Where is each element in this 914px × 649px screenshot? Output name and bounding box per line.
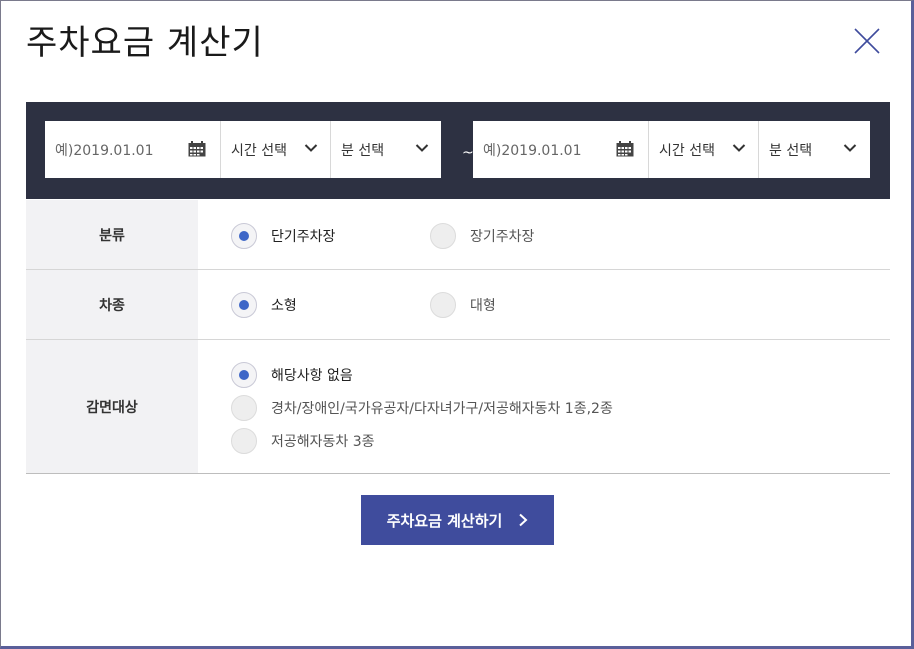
radio-label: 대형 — [470, 298, 496, 314]
start-minute-select-value: 분 선택 — [341, 142, 385, 159]
fee-options-form: 분류 단기주차장 장기주차장 차종 소형 대형 감면대상 해당사항 없음 경차/… — [26, 200, 890, 474]
discount-row: 감면대상 해당사항 없음 경차/장애인/국가유공자/다자녀가구/저공해자동차 1… — [26, 340, 890, 474]
radio-indicator-selected — [231, 292, 257, 318]
datetime-bar: 예)2019.01.01 시간 선택 분 선택 ~ 예)2019.01.01 시… — [26, 102, 890, 199]
dialog-title: 주차요금 계산기 — [26, 23, 264, 63]
chevron-right-icon — [519, 513, 528, 527]
vehicle-row: 차종 소형 대형 — [26, 270, 890, 340]
vehicle-options: 소형 대형 — [198, 270, 890, 339]
vehicle-label: 차종 — [26, 270, 198, 339]
end-hour-select-value: 시간 선택 — [659, 142, 715, 159]
radio-label: 저공해자동차 3종 — [271, 434, 375, 450]
radio-indicator — [430, 292, 456, 318]
start-minute-select[interactable]: 분 선택 — [331, 121, 441, 178]
category-options: 단기주차장 장기주차장 — [198, 200, 890, 269]
vehicle-radio-large[interactable]: 대형 — [430, 292, 496, 318]
discount-radio-type12[interactable]: 경차/장애인/국가유공자/다자녀가구/저공해자동차 1종,2종 — [231, 395, 613, 421]
category-label: 분류 — [26, 200, 198, 269]
calendar-icon[interactable] — [188, 141, 206, 157]
radio-indicator — [430, 223, 456, 249]
calculate-fee-button[interactable]: 주차요금 계산하기 — [361, 495, 554, 545]
chevron-down-icon — [415, 144, 429, 152]
start-hour-select[interactable]: 시간 선택 — [221, 121, 331, 178]
range-separator: ~ — [462, 145, 474, 161]
start-date-placeholder: 예)2019.01.01 — [55, 142, 154, 159]
calendar-icon[interactable] — [616, 141, 634, 157]
radio-label: 장기주차장 — [470, 229, 535, 245]
close-button[interactable] — [851, 25, 883, 57]
category-radio-long-term[interactable]: 장기주차장 — [430, 223, 534, 249]
chevron-down-icon — [304, 144, 318, 152]
close-icon — [854, 28, 880, 54]
end-date-input[interactable]: 예)2019.01.01 — [473, 121, 649, 178]
radio-label: 단기주차장 — [271, 229, 336, 245]
chevron-down-icon — [732, 144, 746, 152]
parking-fee-calculator-dialog: 주차요금 계산기 예)2019.01.01 시간 선택 분 선택 ~ 예)201… — [0, 0, 914, 649]
category-row: 분류 단기주차장 장기주차장 — [26, 200, 890, 270]
end-date-placeholder: 예)2019.01.01 — [483, 142, 582, 159]
discount-radio-none[interactable]: 해당사항 없음 — [231, 362, 353, 388]
end-minute-select[interactable]: 분 선택 — [759, 121, 869, 178]
calculate-fee-button-label: 주차요금 계산하기 — [386, 511, 503, 530]
radio-indicator-selected — [231, 223, 257, 249]
discount-options: 해당사항 없음 경차/장애인/국가유공자/다자녀가구/저공해자동차 1종,2종 … — [198, 340, 890, 473]
radio-indicator — [231, 395, 257, 421]
discount-label: 감면대상 — [26, 340, 198, 473]
radio-label: 해당사항 없음 — [271, 368, 353, 384]
radio-label: 경차/장애인/국가유공자/다자녀가구/저공해자동차 1종,2종 — [271, 401, 613, 417]
start-datetime-group: 예)2019.01.01 시간 선택 분 선택 — [45, 121, 441, 178]
end-hour-select[interactable]: 시간 선택 — [649, 121, 759, 178]
start-hour-select-value: 시간 선택 — [231, 142, 287, 159]
radio-label: 소형 — [271, 298, 297, 314]
end-minute-select-value: 분 선택 — [769, 142, 813, 159]
radio-indicator-selected — [231, 362, 257, 388]
radio-indicator — [231, 428, 257, 454]
start-date-input[interactable]: 예)2019.01.01 — [45, 121, 221, 178]
discount-radio-type3[interactable]: 저공해자동차 3종 — [231, 428, 375, 454]
chevron-down-icon — [843, 144, 857, 152]
category-radio-short-term[interactable]: 단기주차장 — [231, 223, 335, 249]
end-datetime-group: 예)2019.01.01 시간 선택 분 선택 — [473, 121, 870, 178]
vehicle-radio-small[interactable]: 소형 — [231, 292, 297, 318]
